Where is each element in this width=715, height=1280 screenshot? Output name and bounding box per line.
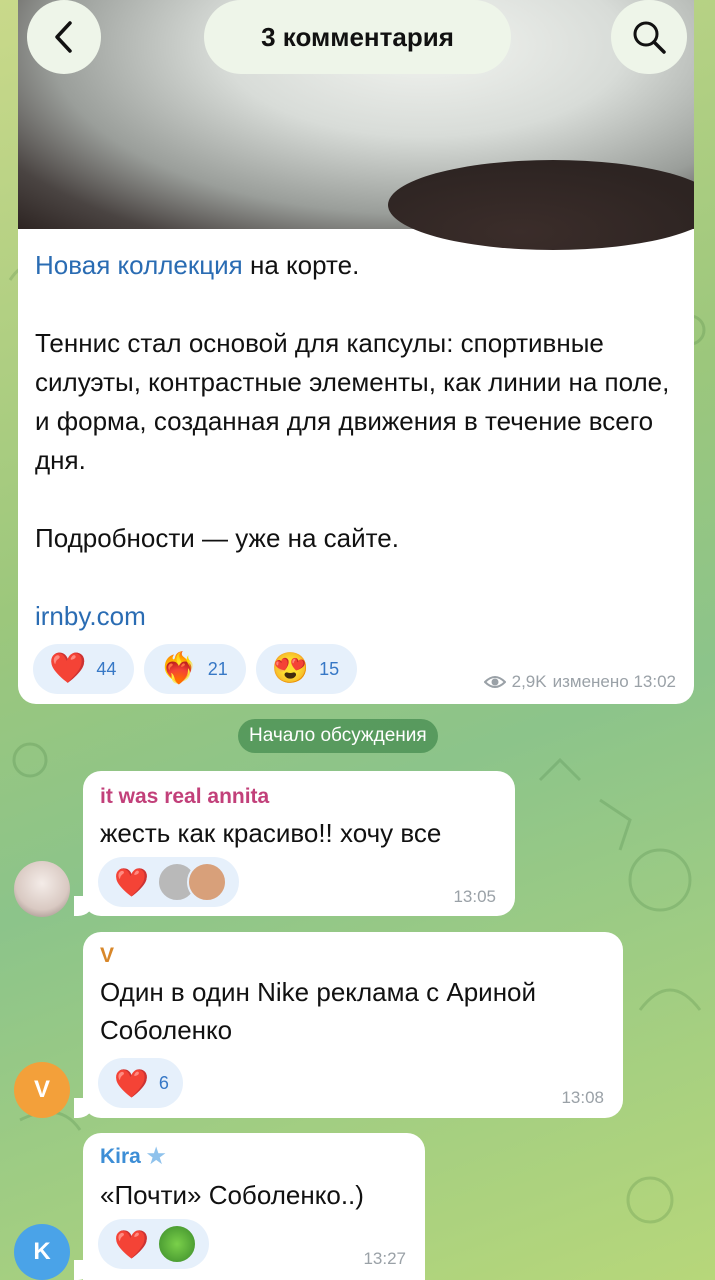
reaction-count: 6 — [158, 1072, 169, 1093]
post-paragraph-3: Подробности — уже на сайте. — [35, 523, 399, 553]
collection-link[interactable]: Новая коллекция — [35, 250, 243, 280]
post-line1: на корте. — [242, 250, 360, 280]
eye-icon — [483, 676, 506, 688]
reactor-avatar — [156, 1224, 197, 1264]
bubble-tail — [74, 1098, 94, 1118]
comment-reaction[interactable]: ❤️ 6 — [98, 1058, 183, 1108]
avatar[interactable]: V — [14, 1062, 70, 1118]
reactor-avatar — [186, 862, 227, 902]
comment-text: Один в один Nike реклама с Ариной Соболе… — [100, 977, 537, 1045]
reaction-count: 21 — [207, 658, 228, 679]
bubble-tail — [74, 1260, 94, 1280]
comment-bubble[interactable]: V Один в один Nike реклама с Ариной Собо… — [74, 932, 623, 1118]
reaction-heart-eyes[interactable]: 😍 15 — [255, 644, 358, 694]
comment-reaction[interactable]: ❤️ — [98, 1219, 209, 1269]
edited-time: изменено 13:02 — [552, 672, 676, 691]
comment-bubble[interactable]: it was real annita жесть как красиво!! х… — [74, 771, 515, 916]
views-count: 2,9K — [511, 672, 547, 691]
comment-time: 13:08 — [561, 1088, 604, 1107]
star-badge-icon: ★ — [146, 1145, 166, 1168]
bubble-tail — [74, 896, 94, 916]
reaction-count: 44 — [96, 658, 117, 679]
heart-icon: ❤️ — [114, 1067, 149, 1099]
search-icon — [633, 21, 666, 54]
channel-post: Новая коллекция на корте. Теннис стал ос… — [18, 0, 694, 704]
comment-author[interactable]: V — [100, 944, 114, 968]
comment-author[interactable]: it was real annita — [100, 785, 269, 809]
post-reactions: ❤️ 44 ❤️‍🔥 21 😍 15 — [33, 644, 358, 694]
post-paragraph-2: Теннис стал основой для капсулы: спортив… — [35, 328, 670, 475]
reaction-heart-fire[interactable]: ❤️‍🔥 21 — [144, 644, 246, 694]
comment-text: «Почти» Соболенко..) — [100, 1180, 364, 1210]
reaction-heart[interactable]: ❤️ 44 — [33, 644, 135, 694]
avatar[interactable] — [14, 861, 70, 917]
comment-reaction[interactable]: ❤️ — [98, 857, 239, 907]
back-button[interactable] — [27, 0, 101, 74]
post-text: Новая коллекция на корте. Теннис стал ос… — [35, 246, 685, 636]
heart-icon: ❤️ — [114, 866, 149, 898]
heart-icon: ❤️ — [49, 652, 87, 685]
heart-eyes-icon: 😍 — [271, 652, 310, 685]
avatar[interactable]: K — [14, 1224, 70, 1280]
search-button[interactable] — [611, 0, 687, 74]
heart-on-fire-icon: ❤️‍🔥 — [160, 652, 198, 685]
page-title: 3 комментария — [204, 0, 511, 74]
author-name: Kira — [100, 1145, 141, 1168]
comment-author[interactable]: Kira ★ — [100, 1144, 166, 1169]
heart-icon: ❤️ — [114, 1228, 149, 1260]
comment-time: 13:27 — [363, 1249, 406, 1268]
comment-bubble[interactable]: Kira ★ «Почти» Соболенко..) ❤️ 13:27 — [74, 1133, 425, 1280]
site-link[interactable]: irnby.com — [35, 601, 146, 631]
post-meta: 2,9K изменено 13:02 — [483, 672, 676, 692]
reaction-count: 15 — [319, 658, 340, 679]
chevron-left-icon — [55, 21, 72, 53]
comment-time: 13:05 — [453, 887, 496, 906]
comment-text: жесть как красиво!! хочу все — [100, 818, 442, 848]
discussion-start-label: Начало обсуждения — [238, 719, 438, 753]
